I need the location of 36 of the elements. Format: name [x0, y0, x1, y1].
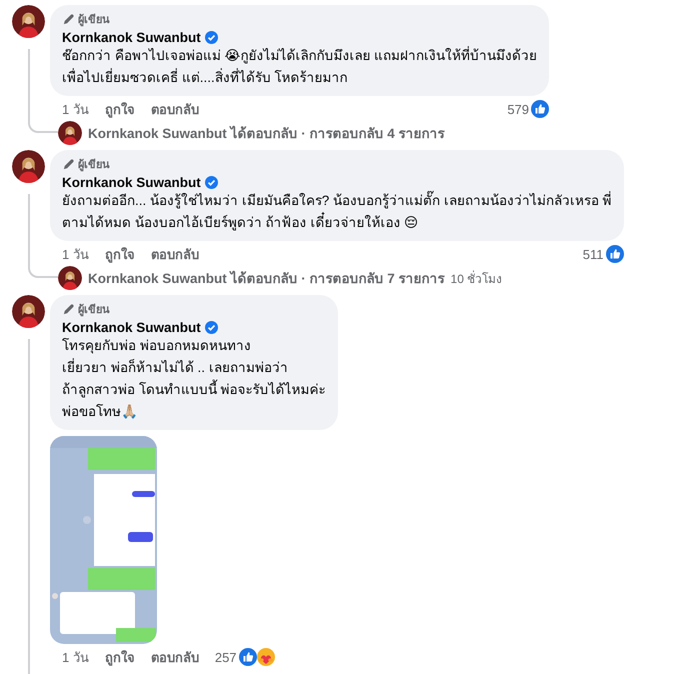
replies-link[interactable]: Kornkanok Suwanbut ได้ตอบกลับ · การตอบกลับ 7 รายการ — [88, 267, 445, 289]
author-name[interactable]: Kornkanok Suwanbut — [62, 320, 201, 335]
replies-link[interactable]: Kornkanok Suwanbut ได้ตอบกลับ · การตอบกลับ 4 รายการ — [88, 122, 445, 144]
comment-text: ช๊อกกว่า คือพาไปเจอพ่อแม่ 😭กูยังไม่ได้เลิกกับมึงเลย แถมฝากเงินให้ที่บ้านมึงด้วย เพื่อไปเยี่ยมซวดเคธี่ แต่....สิ่งที่ได้รับ โหดร้ายมาก — [62, 45, 538, 87]
pen-icon — [62, 302, 75, 316]
care-reaction-icon — [256, 648, 275, 666]
author-label: ผู้เขียน — [78, 12, 110, 28]
reply-link[interactable]: ตอบกลับ — [150, 646, 199, 668]
comment-text: โทรคุยกับพ่อ พ่อบอกหมดหนทาง เยี่ยวยา พ่อก็ห้ามไม่ได้ .. เลยถามพ่อว่า ถ้าลูกสาวพ่อ โดนทำแบบนี้ พ่อจะรับได้ไหมค่ะ พ่อขอโทษ🙏🏼 — [62, 337, 326, 421]
avatar[interactable] — [12, 150, 45, 183]
like-link[interactable]: ถูกใจ — [104, 244, 135, 264]
comment-text: ยังถามต่ออีก... น้องรู้ใช่ไหมว่า เมียมันคือใคร? น้องบอกรู้ว่าแม่ตั๊ก เลยถามน้องว่าไม่กลัวเหรอ พี่ ตามได้หมด น้องบอกไอ้เบียร์พูดว่า ถ้าฟ้อง เดี๋ยวจ่ายให้เอง 😔 — [62, 190, 612, 234]
reaction-count[interactable]: 257 — [214, 650, 237, 664]
avatar[interactable] — [12, 295, 45, 328]
like-icon — [238, 648, 257, 666]
author-label: ผู้เขียน — [78, 302, 110, 318]
pen-icon — [62, 12, 75, 26]
reaction-count[interactable]: 511 — [582, 246, 604, 262]
comment-time[interactable]: 1 วัน — [62, 646, 89, 668]
pen-icon — [62, 158, 75, 170]
avatar[interactable] — [12, 5, 45, 38]
comment-time[interactable]: 1 วัน — [62, 244, 89, 264]
avatar[interactable] — [58, 266, 82, 290]
author-label: ผู้เขียน — [78, 158, 110, 173]
author-name[interactable]: Kornkanok Suwanbut — [62, 30, 201, 45]
like-link[interactable]: ถูกใจ — [104, 646, 135, 668]
author-name[interactable]: Kornkanok Suwanbut — [62, 175, 201, 190]
reaction-count[interactable]: 579 — [507, 102, 530, 116]
like-icon — [606, 245, 624, 263]
reply-link[interactable]: ตอบกลับ — [150, 244, 199, 264]
reply-time: 10 ชั่วโมง — [450, 270, 502, 288]
like-icon — [531, 100, 550, 118]
comment-time[interactable]: 1 วัน — [62, 98, 89, 120]
reply-link[interactable]: ตอบกลับ — [150, 98, 199, 120]
like-link[interactable]: ถูกใจ — [104, 98, 135, 120]
avatar[interactable] — [58, 121, 82, 145]
